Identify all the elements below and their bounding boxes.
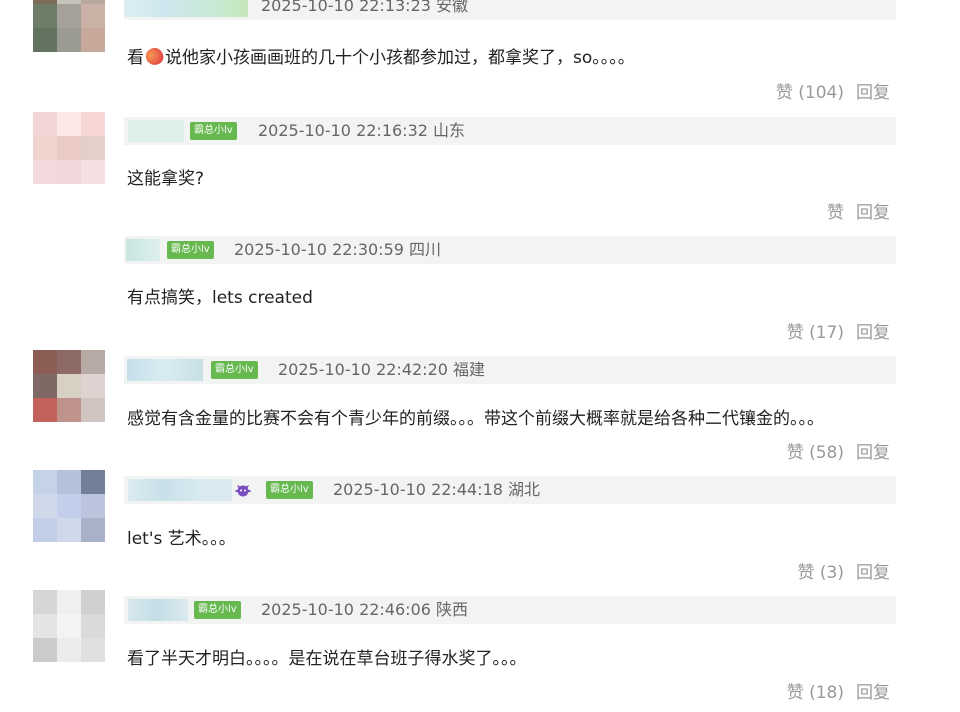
username-blurred[interactable] [128,599,188,621]
username-blurred[interactable] [128,479,232,501]
avatar[interactable] [33,350,105,422]
mango-emoji-icon [143,45,166,68]
comment-item: 2025-10-10 22:13:23 安徽 看 说他家小孩画画班的几十个小孩都参… [0,0,960,103]
reply-button[interactable]: 回复 [856,83,890,103]
comment-time: 2025-10-10 22:46:06 陕西 [261,600,469,619]
comment-text: 这能拿奖? [127,169,205,189]
username-blurred[interactable] [126,239,160,261]
comment-time: 2025-10-10 22:13:23 安徽 [261,0,469,15]
username-blurred[interactable] [128,120,184,142]
comment-meta-bar: 霸总小lv 2025-10-10 22:42:20 福建 [124,356,896,384]
comment-actions: 赞回复 [827,202,890,224]
comment-actions: 赞 (104) 回复 [776,82,890,104]
comment-text: 有点搞笑，lets created [127,288,313,308]
like-button[interactable]: 赞 [827,203,844,223]
comment-meta-bar: 霸总小lv 2025-10-10 22:30:59 四川 [124,236,896,264]
comment-item: 霸总小lv 2025-10-10 22:30:59 四川 有点搞笑，lets c… [0,236,960,356]
comment-item: 霸总小lv 2025-10-10 22:46:06 陕西 看了半天才明白。。。。… [0,590,960,710]
comment-text: 看了半天才明白。。。。是在说在草台班子得水奖了。。。 [127,649,527,669]
user-badge: 霸总小lv [211,361,258,379]
comment-time: 2025-10-10 22:42:20 福建 [278,360,486,379]
like-button[interactable]: 赞 (17) [787,323,844,343]
comment-item: 霸总小lv 2025-10-10 22:16:32 山东 这能拿奖? 赞回复 [0,112,960,232]
comment-meta-bar: 霸总小lv 2025-10-10 22:46:06 陕西 [124,596,896,624]
reply-button[interactable]: 回复 [856,203,890,223]
comment-meta-bar: 霸总小lv 2025-10-10 22:44:18 湖北 [124,476,896,504]
username-blurred[interactable] [127,359,203,381]
avatar[interactable] [33,590,105,662]
like-button[interactable]: 赞 (3) [798,563,844,583]
comment-text-part: 看 [127,48,144,68]
comment-item: 霸总小lv 2025-10-10 22:44:18 湖北 let's 艺术。。。… [0,470,960,590]
user-badge: 霸总小lv [167,241,214,259]
like-button[interactable]: 赞 (18) [787,683,844,703]
purple-devil-icon [235,485,251,497]
comment-item: 霸总小lv 2025-10-10 22:42:20 福建 感觉有含金量的比赛不会… [0,350,960,470]
user-badge: 霸总小lv [266,481,313,499]
comment-actions: 赞 (18) 回复 [787,682,890,704]
comment-meta-bar: 霸总小lv 2025-10-10 22:16:32 山东 [124,117,896,145]
avatar[interactable] [33,0,105,52]
reply-button[interactable]: 回复 [856,323,890,343]
reply-button[interactable]: 回复 [856,443,890,463]
comment-text-part: 说他家小孩画画班的几十个小孩都参加过，都拿奖了，so。。。。 [165,48,635,68]
username-blurred[interactable] [124,0,248,17]
comment-meta-bar: 2025-10-10 22:13:23 安徽 [124,0,896,20]
comment-time: 2025-10-10 22:16:32 山东 [258,121,466,140]
comment-time: 2025-10-10 22:30:59 四川 [234,240,442,259]
comment-text: let's 艺术。。。 [127,529,236,549]
comment-text: 看 说他家小孩画画班的几十个小孩都参加过，都拿奖了，so。。。。 [127,45,635,70]
user-badge: 霸总小lv [190,122,237,140]
like-button[interactable]: 赞 (58) [787,443,844,463]
comment-text: 感觉有含金量的比赛不会有个青少年的前缀。。。带这个前缀大概率就是给各种二代镶金的… [127,409,824,429]
avatar[interactable] [33,470,105,542]
comment-actions: 赞 (17) 回复 [787,322,890,344]
avatar[interactable] [33,112,105,184]
reply-button[interactable]: 回复 [856,563,890,583]
reply-button[interactable]: 回复 [856,683,890,703]
comment-time: 2025-10-10 22:44:18 湖北 [333,480,541,499]
comment-actions: 赞 (58) 回复 [787,442,890,464]
comment-actions: 赞 (3) 回复 [798,562,890,584]
user-badge: 霸总小lv [194,601,241,619]
like-button[interactable]: 赞 (104) [776,83,844,103]
